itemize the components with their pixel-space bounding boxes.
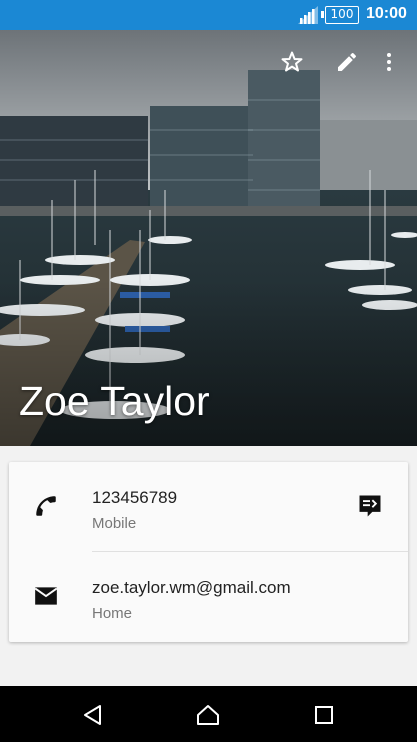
phone-icon <box>36 496 56 516</box>
edit-button[interactable] <box>333 48 361 76</box>
phone-type: Mobile <box>92 515 137 532</box>
home-icon[interactable] <box>195 702 221 728</box>
email-row[interactable]: zoe.taylor.wm@gmail.com Home <box>9 552 408 642</box>
more-icon <box>387 53 391 71</box>
contact-header-photo: Zoe Taylor <box>0 30 417 446</box>
battery-level: 100 <box>330 7 354 21</box>
more-options-button[interactable] <box>375 48 403 76</box>
email-address: zoe.taylor.wm@gmail.com <box>92 578 291 597</box>
contact-name: Zoe Taylor <box>19 378 210 424</box>
signal-icon <box>298 6 318 24</box>
edit-icon <box>338 52 356 71</box>
back-icon[interactable] <box>80 702 106 728</box>
favorite-button[interactable] <box>278 48 306 76</box>
clock: 10:00 <box>366 5 407 22</box>
email-type: Home <box>92 605 133 622</box>
phone-row[interactable]: 123456789 Mobile <box>9 462 408 552</box>
battery-icon: 100 <box>321 6 359 24</box>
recents-icon[interactable] <box>311 702 337 728</box>
contact-details-card: 123456789 Mobile zoe.taylor.wm@gmail.com… <box>9 462 408 642</box>
phone-number: 123456789 <box>92 488 178 507</box>
message-icon[interactable] <box>356 492 384 520</box>
navigation-bar <box>0 686 417 742</box>
email-icon <box>34 587 58 605</box>
star-icon <box>281 51 303 72</box>
status-bar: 100 10:00 <box>0 0 417 30</box>
